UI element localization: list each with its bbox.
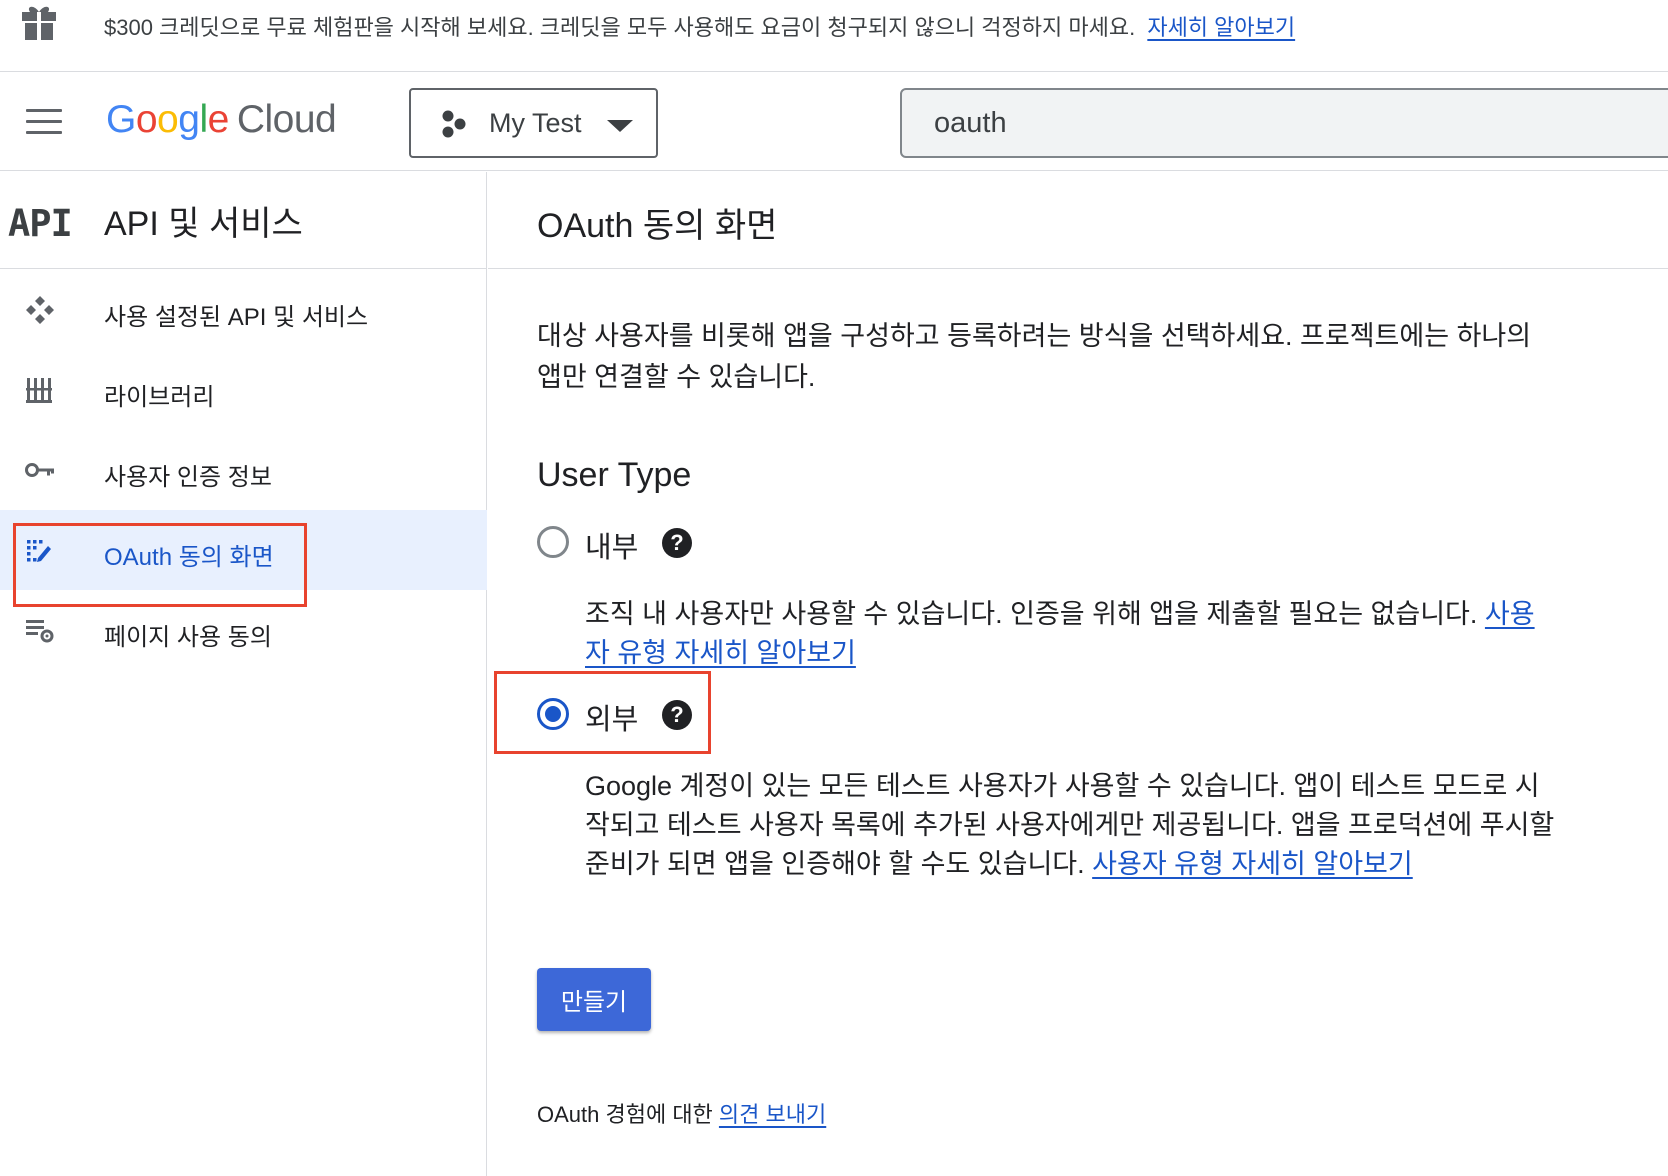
page-title: OAuth 동의 화면 <box>537 207 778 245</box>
sidebar-title: API 및 서비스 <box>104 205 303 243</box>
sidebar-header: API API 및 서비스 <box>0 172 487 269</box>
library-icon <box>26 378 52 403</box>
sidebar-item-oauth-consent[interactable]: OAuth 동의 화면 <box>0 510 487 590</box>
sidebar-item-page-usage[interactable]: 페이지 사용 동의 <box>0 590 487 670</box>
sidebar-nav: 사용 설정된 API 및 서비스 라이브러리 사용자 인증 정보 OAuth 동… <box>0 270 487 670</box>
promo-text: $300 크레딧으로 무료 체험판을 시작해 보세요. 크레딧을 모두 사용해도… <box>104 15 1296 40</box>
help-icon[interactable]: ? <box>662 700 692 730</box>
api-icon: API <box>8 202 73 245</box>
search-input[interactable] <box>900 88 1668 158</box>
sidebar-item-enabled-apis[interactable]: 사용 설정된 API 및 서비스 <box>0 270 487 350</box>
google-cloud-logo[interactable]: Google Cloud <box>106 98 337 142</box>
radio-internal-button[interactable] <box>537 526 569 558</box>
external-learn-more-link[interactable]: 사용자 유형 자세히 알아보기 <box>1092 849 1413 879</box>
create-button[interactable]: 만들기 <box>537 968 651 1031</box>
sidebar-item-credentials[interactable]: 사용자 인증 정보 <box>0 430 487 510</box>
user-type-heading: User Type <box>537 456 692 494</box>
oauth-consent-icon <box>27 540 51 562</box>
sidebar-item-library[interactable]: 라이브러리 <box>0 350 487 430</box>
sidebar: API API 및 서비스 사용 설정된 API 및 서비스 라이브러리 사용자… <box>0 172 487 1176</box>
external-description: Google 계정이 있는 모든 테스트 사용자가 사용할 수 있습니다. 앱이… <box>585 771 1555 879</box>
help-icon[interactable]: ? <box>662 528 692 558</box>
enabled-apis-icon <box>26 296 54 324</box>
radio-external-label: 외부 <box>585 704 639 736</box>
top-header: Google Cloud My Test <box>0 72 1668 171</box>
radio-external[interactable]: 외부 ? <box>537 694 697 736</box>
project-picker-button[interactable]: My Test <box>409 88 658 158</box>
main-menu-icon[interactable] <box>26 109 62 135</box>
radio-internal[interactable]: 내부 ? <box>537 522 697 564</box>
chevron-down-icon <box>607 120 633 132</box>
promo-learn-more-link[interactable]: 자세히 알아보기 <box>1147 15 1295 40</box>
radio-external-button[interactable] <box>537 698 569 730</box>
page-description: 대상 사용자를 비롯해 앱을 구성하고 등록하려는 방식을 선택하세요. 프로젝… <box>537 321 1532 392</box>
key-icon <box>25 463 54 477</box>
promo-banner: $300 크레딧으로 무료 체험판을 시작해 보세요. 크레딧을 모두 사용해도… <box>0 0 1668 72</box>
project-hexagons-icon <box>442 110 466 138</box>
send-feedback-link[interactable]: 의견 보내기 <box>719 1102 826 1127</box>
gift-icon <box>22 6 56 40</box>
page-usage-settings-icon <box>26 620 54 643</box>
main-header: OAuth 동의 화면 <box>488 172 1668 269</box>
project-name: My Test <box>489 108 582 138</box>
internal-description: 조직 내 사용자만 사용할 수 있습니다. 인증을 위해 앱을 제출할 필요는 … <box>585 599 1535 668</box>
feedback-line: OAuth 경험에 대한 의견 보내기 <box>537 1102 827 1127</box>
radio-internal-label: 내부 <box>585 532 639 564</box>
